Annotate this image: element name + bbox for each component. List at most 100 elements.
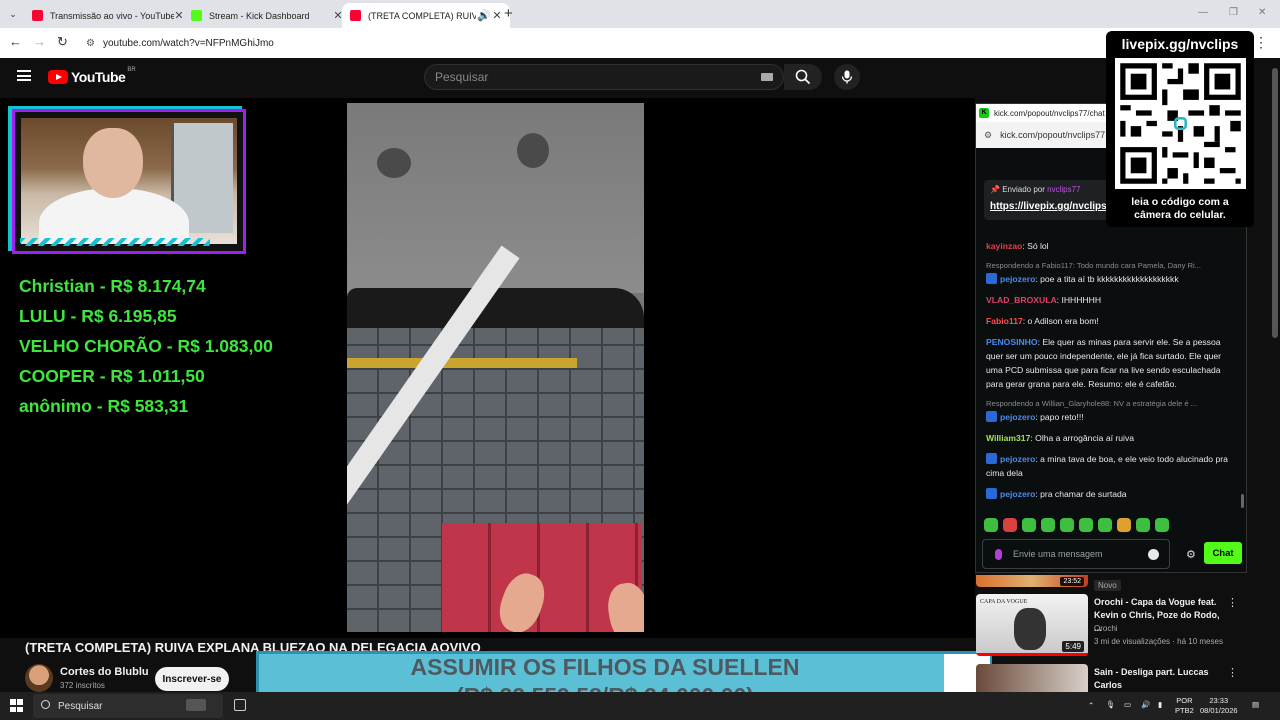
popout-title: kick.com/popout/nvclips77/chat <box>994 108 1105 118</box>
microphone-icon[interactable]: 🎙 <box>1106 700 1116 710</box>
chat-username[interactable]: pejozero <box>1000 274 1035 284</box>
browser-toolbar: ← → ↻ ⚙ youtube.com/watch?v=NFPnMGhiJmo <box>0 28 1280 58</box>
more-options-icon[interactable]: ⋮ <box>1227 596 1238 609</box>
search-input[interactable]: Pesquisar <box>424 64 784 90</box>
windows-start-icon[interactable] <box>10 699 23 712</box>
subscribe-button[interactable]: Inscrever-se <box>155 667 229 691</box>
emote-icon[interactable] <box>1003 518 1017 532</box>
subscriber-badge-icon <box>986 411 997 422</box>
emote-icon[interactable] <box>1136 518 1150 532</box>
microphone-icon <box>841 70 853 84</box>
minimize-icon[interactable]: — <box>1198 7 1208 18</box>
video-thumbnail[interactable] <box>976 664 1088 692</box>
emote-icon[interactable] <box>1060 518 1074 532</box>
pinned-link[interactable]: https://livepix.gg/nvclips <box>990 201 1107 212</box>
restore-icon[interactable]: ❐ <box>1229 7 1238 18</box>
emote-icon[interactable] <box>1098 518 1112 532</box>
recommended-video[interactable]: CAPA DA VOGUE 5:49 Orochi - Capa da Vogu… <box>976 594 1246 664</box>
donor-entry: Christian - R$ 8.174,74 <box>19 276 206 296</box>
reply-reference[interactable]: Respondendo a Willian_Glaryhole88: NV a … <box>986 398 1236 409</box>
volume-icon[interactable]: 🔊 <box>1141 700 1150 710</box>
forward-icon[interactable]: → <box>33 34 46 49</box>
chat-scrollbar[interactable] <box>1241 494 1244 508</box>
channel-avatar[interactable] <box>25 664 53 692</box>
chat-username[interactable]: pejozero <box>1000 454 1035 464</box>
emote-icon[interactable] <box>1079 518 1093 532</box>
tab-title: (TRETA COMPLETA) RUIVA EX <box>368 10 476 21</box>
search-icon <box>41 700 50 709</box>
chat-message-input[interactable]: Envie uma mensagem <box>982 539 1170 569</box>
kick-favicon-icon <box>191 10 202 21</box>
chat-text: : Olha a arrogância aí ruiva <box>1030 433 1135 443</box>
chat-settings-icon[interactable]: ⚙ <box>1186 548 1196 561</box>
new-tab-button[interactable]: + <box>504 5 513 22</box>
site-info-icon[interactable]: ⚙ <box>984 130 992 141</box>
emote-icon[interactable] <box>1041 518 1055 532</box>
clock[interactable]: 23:33 08/01/2026 <box>1200 696 1238 716</box>
qr-title: livepix.gg/nvclips <box>1121 36 1239 52</box>
video-stain <box>517 133 549 168</box>
page-scrollbar[interactable] <box>1270 60 1280 692</box>
back-icon[interactable]: ← <box>9 34 22 49</box>
youtube-header: YouTube BR Pesquisar <box>0 58 1100 98</box>
emote-icon[interactable] <box>1155 518 1169 532</box>
show-hidden-icons[interactable]: ⌃ <box>1088 701 1094 711</box>
microphone-icon[interactable] <box>995 549 1002 560</box>
recommended-video[interactable]: Sain - Desliga part. Luccas Carlos ⋮ <box>976 664 1246 692</box>
chat-username[interactable]: pejozero <box>1000 412 1035 422</box>
network-icon[interactable]: ▭ <box>1124 700 1131 710</box>
video-thumbnail[interactable]: 23:52 <box>976 575 1088 587</box>
search-highlight-icon[interactable] <box>186 699 206 711</box>
menu-icon[interactable] <box>17 70 31 81</box>
channel-name[interactable]: Orochi <box>1094 624 1118 633</box>
chat-username[interactable]: kayinzao <box>986 241 1022 251</box>
tab-search-button[interactable]: ⌄ <box>5 6 21 22</box>
language-indicator[interactable]: POR PTB2 <box>1175 696 1194 716</box>
search-button[interactable] <box>784 64 822 90</box>
pinned-username[interactable]: nvclips77 <box>1047 185 1080 194</box>
youtube-logo[interactable]: YouTube BR <box>48 67 136 85</box>
tab-kick-dashboard[interactable]: Stream - Kick Dashboard ✕ <box>183 3 351 28</box>
keyboard-layout: PTB2 <box>1175 706 1194 715</box>
battery-icon[interactable]: ▮ <box>1158 700 1162 710</box>
video-stain <box>377 148 411 178</box>
chat-username[interactable]: Fabio117 <box>986 316 1023 326</box>
browser-menu-icon[interactable]: ⋮ <box>1254 34 1268 51</box>
video-duration: 5:49 <box>1062 641 1084 652</box>
close-window-icon[interactable]: ✕ <box>1258 7 1266 18</box>
send-chat-button[interactable]: Chat <box>1204 542 1242 564</box>
video-player[interactable]: Christian - R$ 8.174,74 LULU - R$ 6.195,… <box>0 98 975 638</box>
chat-username[interactable]: PENOSINHO <box>986 337 1038 347</box>
tab-youtube-live[interactable]: Transmissão ao vivo - YouTube ✕ <box>24 3 192 28</box>
emote-icon[interactable] <box>1022 518 1036 532</box>
notifications-icon[interactable]: ▤ <box>1252 700 1259 710</box>
emote-icon[interactable] <box>984 518 998 532</box>
chat-message: pejozero: papo reto!!! <box>986 410 1236 424</box>
video-thumbnail[interactable]: CAPA DA VOGUE 5:49 <box>976 594 1088 656</box>
chat-message: pejozero: poe a tita aí tb kkkkkkkkkkkkk… <box>986 272 1236 286</box>
video-meta: 3 mi de visualizações · há 10 meses <box>1094 637 1223 646</box>
channel-name[interactable]: Cortes do Blublu <box>60 666 149 678</box>
close-tab-icon[interactable]: ✕ <box>492 9 502 22</box>
address-bar[interactable]: ⚙ youtube.com/watch?v=NFPnMGhiJmo <box>80 31 1180 55</box>
site-info-icon[interactable]: ⚙ <box>86 38 95 49</box>
reply-reference[interactable]: Respondendo a Fabio117: Todo mundo cara … <box>986 260 1236 271</box>
chat-username[interactable]: VLAD_BROXULA <box>986 295 1057 305</box>
task-view-icon[interactable] <box>234 699 246 711</box>
tab-current-video[interactable]: (TRETA COMPLETA) RUIVA EX 🔊 ✕ <box>342 3 510 28</box>
reload-icon[interactable]: ↻ <box>57 34 68 50</box>
chat-username[interactable]: pejozero <box>1000 489 1035 499</box>
emoji-picker-icon[interactable] <box>1148 549 1159 560</box>
donor-entry: LULU - R$ 6.195,85 <box>19 306 177 326</box>
emote-icon[interactable] <box>1117 518 1131 532</box>
chat-username[interactable]: William317 <box>986 433 1030 443</box>
youtube-favicon-icon <box>350 10 361 21</box>
more-options-icon[interactable]: ⋮ <box>1227 666 1238 679</box>
scrollbar-thumb[interactable] <box>1272 68 1278 338</box>
audio-playing-icon[interactable]: 🔊 <box>476 9 492 22</box>
video-title[interactable]: Sain - Desliga part. Luccas Carlos <box>1094 666 1229 692</box>
windows-taskbar: Pesquisar ⌃ 🎙 ▭ 🔊 ▮ POR PTB2 23:33 08/01… <box>0 692 1280 720</box>
logo-text: YouTube <box>71 69 126 85</box>
keyboard-icon[interactable] <box>761 73 773 81</box>
voice-search-button[interactable] <box>834 64 860 90</box>
